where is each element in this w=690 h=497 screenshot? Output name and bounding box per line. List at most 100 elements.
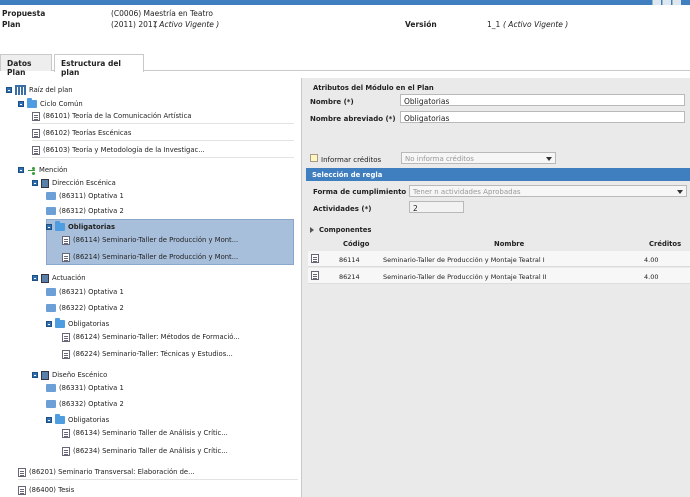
document-icon: [62, 252, 70, 262]
col-nombre: Nombre: [494, 240, 525, 248]
tree-leaf-86321[interactable]: (86321) Optativa 1: [46, 285, 124, 299]
collapse-icon[interactable]: [46, 417, 52, 423]
branch-icon: [27, 166, 36, 175]
folder-icon: [55, 414, 65, 424]
nombre-input[interactable]: Obligatorias: [400, 94, 685, 106]
document-icon: [62, 349, 70, 359]
tab-estructura-plan[interactable]: Estructura del plan: [54, 54, 144, 77]
tree-leaf-86114[interactable]: (86114) Seminario-Taller de Producción y…: [62, 233, 238, 247]
tree-leaf-86102[interactable]: (86102) Teorías Escénicas: [32, 125, 294, 141]
actividades-input[interactable]: 2: [409, 201, 464, 213]
tab-bar: Datos Plan Estructura del plan: [0, 54, 690, 77]
col-codigo: Código: [343, 240, 370, 248]
tree-leaf-86331[interactable]: (86331) Optativa 1: [46, 381, 124, 395]
tree-leaf-86134[interactable]: (86134) Seminario Taller de Análisis y C…: [62, 426, 228, 440]
document-icon: [32, 128, 40, 138]
table-row[interactable]: 86114 Seminario-Taller de Producción y M…: [308, 251, 690, 267]
collapse-icon[interactable]: [46, 224, 52, 230]
tree-leaf-86124[interactable]: (86124) Seminario-Taller: Métodos de For…: [62, 330, 240, 344]
collapse-icon[interactable]: [32, 275, 38, 281]
row-nombre: Seminario-Taller de Producción y Montaje…: [383, 256, 545, 264]
document-icon: [62, 446, 70, 456]
tree-leaf-86214[interactable]: (86214) Seminario-Taller de Producción y…: [62, 250, 238, 264]
tree-leaf-86400[interactable]: (86400) Tesis: [18, 482, 298, 497]
tree-node-actuacion-obligatorias[interactable]: Obligatorias: [46, 317, 109, 331]
activity-icon: [46, 304, 56, 312]
minimize-icon[interactable]: [652, 0, 661, 5]
tree-leaf-86311[interactable]: (86311) Optativa 1: [46, 189, 124, 203]
tree-leaf-86224[interactable]: (86224) Seminario-Taller: Técnicas y Est…: [62, 347, 233, 361]
tree-leaf-86201[interactable]: (86201) Seminario Transversal: Elaboraci…: [18, 464, 298, 480]
row-codigo: 86214: [339, 273, 360, 281]
row-codigo: 86114: [339, 256, 360, 264]
plan-tree: Raíz del plan Ciclo Común (86101) Teoría…: [0, 78, 300, 497]
module-icon: [41, 370, 49, 380]
componentes-title: Componentes: [319, 226, 372, 234]
tree-leaf-86312[interactable]: (86312) Optativa 2: [46, 204, 124, 218]
window-titlebar: [0, 0, 690, 5]
activity-icon: [46, 384, 56, 392]
folder-icon: [55, 318, 65, 328]
table-row[interactable]: 86214 Seminario-Taller de Producción y M…: [308, 268, 690, 284]
collapse-icon[interactable]: [46, 321, 52, 327]
document-icon: [62, 235, 70, 245]
propuesta-label: Propuesta: [2, 9, 46, 18]
triangle-icon: [310, 227, 314, 233]
tree-node-actuacion[interactable]: Actuación: [32, 271, 86, 285]
tree-node-diseno-obligatorias[interactable]: Obligatorias: [46, 413, 109, 427]
tree-node-direccion[interactable]: Dirección Escénica: [32, 176, 116, 190]
actividades-label: Actividades (*): [313, 205, 372, 213]
plan-header: Propuesta (C0006) Maestría en Teatro Pla…: [0, 6, 690, 46]
document-icon: [32, 111, 40, 121]
row-creditos: 4.00: [644, 256, 659, 264]
forma-select[interactable]: Tener n actividades Aprobadas: [409, 185, 687, 197]
collapse-icon[interactable]: [32, 180, 38, 186]
document-icon: [311, 271, 319, 280]
chevron-down-icon: [677, 190, 683, 194]
maximize-icon[interactable]: [662, 0, 671, 5]
tree-leaf-86234[interactable]: (86234) Seminario Taller de Análisis y C…: [62, 444, 228, 458]
collapse-icon[interactable]: [18, 101, 24, 107]
close-icon[interactable]: [672, 0, 681, 5]
version-state: ( Activo Vigente ): [503, 20, 569, 29]
collapse-icon[interactable]: [18, 167, 24, 173]
tree-node-diseno[interactable]: Diseño Escénico: [32, 368, 107, 382]
folder-icon: [27, 98, 37, 108]
activity-icon: [46, 192, 56, 200]
collapse-icon[interactable]: [32, 372, 38, 378]
collapse-icon[interactable]: [6, 87, 12, 93]
tree-leaf-86101[interactable]: (86101) Teoría de la Comunicación Artíst…: [32, 108, 294, 124]
module-icon: [41, 178, 49, 188]
plan-value: (2011) 2011: [111, 20, 158, 29]
document-icon: [311, 254, 319, 263]
abrev-label: Nombre abreviado (*): [310, 115, 396, 123]
document-icon: [18, 485, 26, 495]
version-label: Versión: [405, 20, 437, 29]
forma-label: Forma de cumplimiento (*): [313, 188, 419, 196]
col-creditos: Créditos: [649, 240, 682, 248]
tree-node-mencion[interactable]: Mención: [18, 163, 67, 177]
nombre-label: Nombre (*): [310, 98, 354, 106]
row-nombre: Seminario-Taller de Producción y Montaje…: [383, 273, 547, 281]
creditos-select[interactable]: No informa créditos: [401, 152, 556, 164]
tree-node-direccion-obligatorias[interactable]: Obligatorias: [46, 220, 115, 234]
row-creditos: 4.00: [644, 273, 659, 281]
abrev-input[interactable]: Obligatorias: [400, 111, 685, 123]
tree-leaf-86332[interactable]: (86332) Optativa 2: [46, 397, 124, 411]
propuesta-value: (C0006) Maestría en Teatro: [111, 9, 213, 18]
tree-leaf-86103[interactable]: (86103) Teoría y Metodología de la Inves…: [32, 142, 294, 158]
tab-datos-plan[interactable]: Datos Plan: [0, 54, 52, 77]
building-icon: [15, 85, 26, 95]
module-attributes-panel: Atributos del Módulo en el Plan Nombre (…: [301, 78, 690, 497]
document-icon: [18, 467, 26, 477]
document-icon: [62, 428, 70, 438]
edit-icon[interactable]: [310, 154, 318, 162]
tree-leaf-86322[interactable]: (86322) Optativa 2: [46, 301, 124, 315]
activity-icon: [46, 288, 56, 296]
panel-title: Atributos del Módulo en el Plan: [313, 84, 434, 92]
activity-icon: [46, 207, 56, 215]
tree-node-root[interactable]: Raíz del plan: [6, 83, 73, 97]
informar-creditos-label: Informar créditos: [321, 156, 382, 164]
document-icon: [62, 332, 70, 342]
folder-icon: [55, 221, 65, 231]
